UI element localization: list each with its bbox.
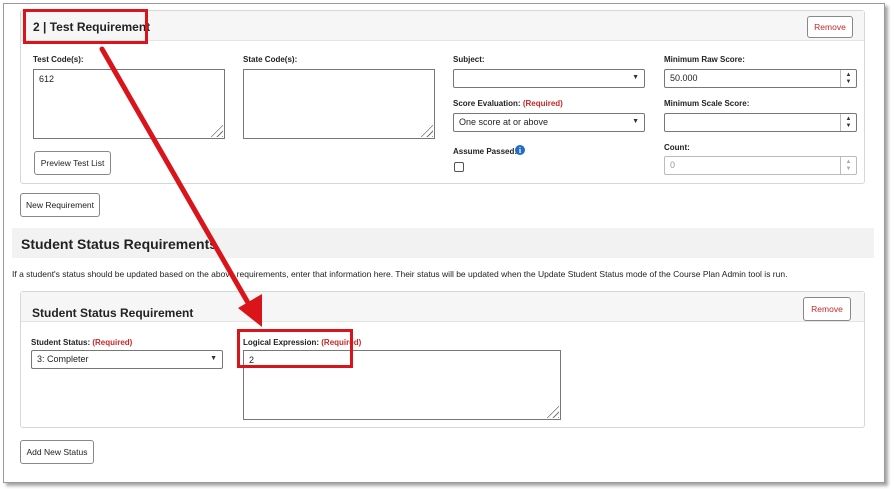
info-icon[interactable]: i bbox=[515, 145, 525, 155]
new-requirement-button[interactable]: New Requirement bbox=[20, 193, 100, 217]
test-codes-textarea[interactable]: 612 bbox=[33, 69, 225, 139]
remove-test-requirement-button[interactable]: Remove bbox=[807, 16, 853, 38]
student-status-label: Student Status: (Required) bbox=[31, 338, 132, 347]
score-evaluation-value: One score at or above bbox=[459, 117, 549, 127]
score-evaluation-label: Score Evaluation: (Required) bbox=[453, 99, 563, 108]
required-marker: (Required) bbox=[522, 99, 563, 108]
min-scale-score-input[interactable]: ▲ ▼ bbox=[664, 113, 857, 132]
state-codes-label: State Code(s): bbox=[243, 55, 298, 64]
test-codes-label: Test Code(s): bbox=[33, 55, 84, 64]
section-help-text: If a student's status should be updated … bbox=[12, 269, 788, 279]
test-requirement-title: 2 | Test Requirement bbox=[33, 20, 151, 34]
dropdown-arrow-icon: ▼ bbox=[210, 355, 217, 362]
test-requirement-panel: 2 | Test Requirement Remove Test Code(s)… bbox=[20, 10, 865, 184]
section-title: Student Status Requirements bbox=[21, 236, 218, 252]
student-status-requirement-header: Student Status Requirement Remove bbox=[21, 292, 864, 322]
count-input: 0 ▲ ▼ bbox=[664, 156, 857, 175]
student-status-requirement-title: Student Status Requirement bbox=[32, 306, 194, 320]
screenshot-frame: 2 | Test Requirement Remove Test Code(s)… bbox=[3, 3, 885, 483]
count-label: Count: bbox=[664, 143, 690, 152]
student-status-value: 3: Completer bbox=[37, 354, 89, 364]
test-requirement-header: 2 | Test Requirement Remove bbox=[21, 11, 864, 41]
student-status-select[interactable]: 3: Completer ▼ bbox=[31, 350, 223, 369]
remove-status-requirement-button[interactable]: Remove bbox=[803, 297, 851, 321]
stepper-arrows-icon[interactable]: ▲ ▼ bbox=[840, 114, 856, 131]
logical-expression-textarea[interactable]: 2 bbox=[243, 350, 561, 420]
logical-expression-label: Logical Expression: (Required) bbox=[243, 338, 361, 347]
min-raw-score-label: Minimum Raw Score: bbox=[664, 55, 745, 64]
state-codes-textarea[interactable] bbox=[243, 69, 435, 139]
resize-grip-icon[interactable] bbox=[209, 123, 223, 137]
min-raw-score-input[interactable]: 50.000 ▲ ▼ bbox=[664, 69, 857, 88]
dropdown-arrow-icon: ▼ bbox=[632, 74, 639, 81]
resize-grip-icon[interactable] bbox=[419, 123, 433, 137]
min-scale-score-label: Minimum Scale Score: bbox=[664, 99, 750, 108]
resize-grip-icon[interactable] bbox=[545, 404, 559, 418]
stepper-arrows-icon[interactable]: ▲ ▼ bbox=[840, 70, 856, 87]
student-status-label-text: Student Status: bbox=[31, 338, 91, 347]
stepper-arrows-icon: ▲ ▼ bbox=[840, 157, 856, 174]
assume-passed-label: Assume Passed: bbox=[453, 147, 518, 156]
score-evaluation-select[interactable]: One score at or above ▼ bbox=[453, 113, 645, 132]
student-status-requirement-panel: Student Status Requirement Remove Studen… bbox=[20, 291, 865, 428]
score-evaluation-label-text: Score Evaluation: bbox=[453, 99, 521, 108]
count-value: 0 bbox=[670, 160, 676, 170]
subject-label: Subject: bbox=[453, 55, 485, 64]
min-raw-score-value: 50.000 bbox=[670, 73, 698, 83]
required-marker: (Required) bbox=[321, 338, 362, 347]
required-marker: (Required) bbox=[92, 338, 133, 347]
dropdown-arrow-icon: ▼ bbox=[632, 118, 639, 125]
assume-passed-checkbox[interactable] bbox=[454, 162, 464, 172]
logical-expression-label-text: Logical Expression: bbox=[243, 338, 320, 347]
logical-expression-value: 2 bbox=[249, 355, 255, 365]
preview-test-list-button[interactable]: Preview Test List bbox=[34, 151, 111, 175]
test-codes-value: 612 bbox=[39, 74, 55, 84]
subject-select[interactable]: ▼ bbox=[453, 69, 645, 88]
student-status-section-header: Student Status Requirements bbox=[12, 228, 874, 258]
add-new-status-button[interactable]: Add New Status bbox=[20, 440, 94, 464]
